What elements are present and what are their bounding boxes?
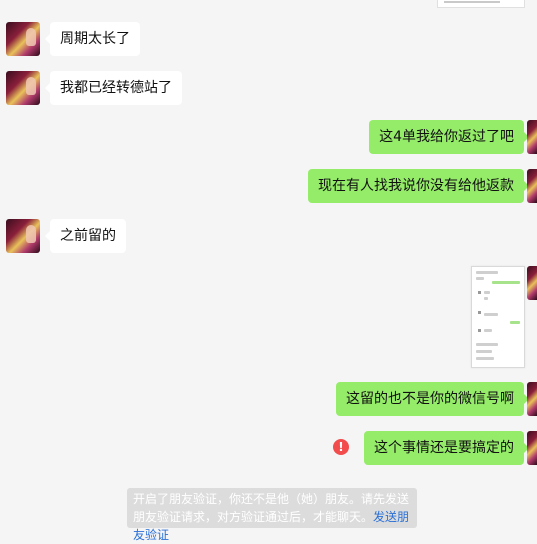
contact-avatar[interactable]: [6, 219, 40, 253]
contact-avatar[interactable]: [6, 71, 40, 105]
image-message-preview-top[interactable]: [437, 0, 525, 8]
message-bubble-incoming[interactable]: 我都已经转德站了: [45, 71, 182, 105]
send-failed-icon[interactable]: !: [333, 439, 349, 455]
contact-avatar[interactable]: [6, 22, 40, 56]
message-bubble-incoming[interactable]: 周期太长了: [45, 22, 140, 56]
image-thumbnail-line: [444, 1, 500, 3]
self-avatar[interactable]: [527, 120, 537, 154]
self-avatar[interactable]: [527, 266, 537, 300]
message-bubble-outgoing[interactable]: 这个事情还是要搞定的: [364, 431, 529, 465]
message-bubble-incoming[interactable]: 之前留的: [45, 219, 126, 253]
notice-text: 开启了朋友验证，你还不是他（她）朋友。请先发送朋友验证请求，对方验证通过后，才能…: [133, 492, 410, 524]
friend-verification-notice: 开启了朋友验证，你还不是他（她）朋友。请先发送朋友验证请求，对方验证通过后，才能…: [127, 488, 417, 542]
self-avatar[interactable]: [527, 169, 537, 203]
message-bubble-outgoing[interactable]: 这4单我给你返过了吧: [369, 120, 529, 154]
message-bubble-outgoing[interactable]: 这留的也不是你的微信号啊: [336, 382, 529, 416]
self-avatar[interactable]: [527, 382, 537, 416]
image-message-thumbnail[interactable]: [471, 266, 525, 368]
self-avatar[interactable]: [527, 431, 537, 465]
message-bubble-outgoing[interactable]: 现在有人找我说你没有给他返款: [308, 169, 529, 203]
